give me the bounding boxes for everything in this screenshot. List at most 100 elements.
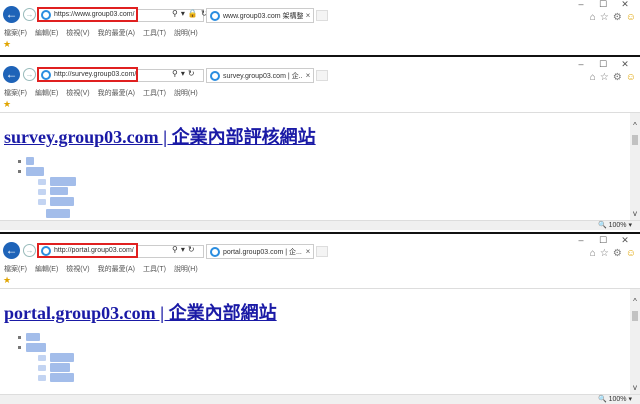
close-tab-icon[interactable]: × (303, 247, 313, 256)
minimize-button[interactable]: – (570, 59, 592, 69)
lock-icon[interactable]: 🔒 (188, 9, 198, 18)
menu-edit[interactable]: 編輯(E) (35, 90, 58, 97)
back-button[interactable]: ← (3, 6, 20, 23)
close-button[interactable]: ✕ (614, 235, 636, 246)
smiley-icon[interactable]: ☺ (626, 248, 636, 259)
scroll-down-icon[interactable]: v (630, 209, 640, 218)
home-icon[interactable]: ⌂ (590, 248, 596, 259)
menu-tools[interactable]: 工具(T) (143, 90, 166, 97)
forward-button[interactable]: → (23, 244, 36, 257)
star-icon[interactable]: ☆ (600, 72, 609, 83)
chevron-down-icon[interactable]: ▾ (181, 245, 185, 254)
menu-favorites[interactable]: 我的最愛(A) (98, 266, 135, 273)
close-button[interactable]: ✕ (614, 0, 636, 10)
chevron-down-icon[interactable]: ▾ (181, 9, 185, 18)
tab-title[interactable]: portal.group03.com | 企... (223, 247, 303, 257)
window-controls: – ☐ ✕ (570, 0, 636, 10)
forward-button[interactable]: → (23, 68, 36, 81)
redacted-item (26, 343, 46, 352)
menu-file[interactable]: 檔案(F) (4, 90, 27, 97)
menu-edit[interactable]: 編輯(E) (35, 266, 58, 273)
back-button[interactable]: ← (3, 66, 20, 83)
menu-tools[interactable]: 工具(T) (143, 30, 166, 37)
maximize-button[interactable]: ☐ (592, 0, 614, 10)
page-title-link[interactable]: survey.group03.com | 企業內部評核網站 (4, 123, 316, 149)
address-bar[interactable]: http://survey.group03.com/ (37, 67, 138, 82)
ie-icon (41, 69, 51, 80)
chevron-down-icon[interactable]: ▾ (628, 396, 632, 403)
menu-view[interactable]: 檢視(V) (66, 30, 89, 37)
new-tab-button[interactable] (316, 70, 328, 81)
page-title-link[interactable]: portal.group03.com | 企業內部網站 (4, 299, 277, 325)
zoom-control[interactable]: 🔍 100% ▾ (598, 221, 632, 229)
refresh-icon[interactable]: ↻ (188, 69, 195, 78)
menu-help[interactable]: 說明(H) (174, 266, 198, 273)
new-tab-button[interactable] (316, 10, 328, 21)
close-tab-icon[interactable]: × (303, 11, 313, 20)
close-button[interactable]: ✕ (614, 59, 636, 70)
gear-icon[interactable]: ⚙ (613, 248, 622, 259)
browser-tab[interactable]: www.group03.com 架構整... × (206, 8, 314, 23)
refresh-icon[interactable]: ↻ (188, 245, 195, 254)
address-url[interactable]: https://www.group03.com/ (54, 11, 135, 18)
tree-bullet (18, 346, 21, 349)
close-tab-icon[interactable]: × (303, 71, 313, 80)
address-bar[interactable]: https://www.group03.com/ (37, 7, 138, 22)
menu-favorites[interactable]: 我的最愛(A) (98, 30, 135, 37)
menu-favorites[interactable]: 我的最愛(A) (98, 90, 135, 97)
zoom-level[interactable]: 100% (609, 222, 627, 229)
menu-file[interactable]: 檔案(F) (4, 30, 27, 37)
back-button[interactable]: ← (3, 242, 20, 259)
favorites-bar: ★ (0, 275, 640, 285)
search-icon[interactable]: ⚲ (172, 9, 178, 18)
star-icon[interactable]: ☆ (600, 248, 609, 259)
forward-button[interactable]: → (23, 8, 36, 21)
menu-edit[interactable]: 編輯(E) (35, 30, 58, 37)
tab-title[interactable]: survey.group03.com | 企... (223, 71, 303, 81)
gear-icon[interactable]: ⚙ (613, 72, 622, 83)
scroll-up-icon[interactable]: ^ (630, 121, 640, 130)
menu-view[interactable]: 檢視(V) (66, 90, 89, 97)
address-url[interactable]: http://portal.group03.com/ (54, 247, 134, 254)
scroll-thumb[interactable] (632, 135, 638, 145)
maximize-button[interactable]: ☐ (592, 59, 614, 70)
window-separator (0, 232, 640, 234)
browser-tab[interactable]: portal.group03.com | 企... × (206, 244, 314, 259)
vertical-scrollbar[interactable]: ^ v (630, 113, 640, 220)
add-favorite-icon[interactable]: ★ (3, 99, 11, 109)
star-icon[interactable]: ☆ (600, 12, 609, 23)
add-favorite-icon[interactable]: ★ (3, 275, 11, 285)
tab-title[interactable]: www.group03.com 架構整... (223, 11, 303, 21)
redacted-item (50, 187, 68, 195)
menu-file[interactable]: 檔案(F) (4, 266, 27, 273)
minimize-button[interactable]: – (570, 0, 592, 9)
home-icon[interactable]: ⌂ (590, 72, 596, 83)
menu-view[interactable]: 檢視(V) (66, 266, 89, 273)
zoom-level[interactable]: 100% (609, 396, 627, 403)
minimize-button[interactable]: – (570, 235, 592, 245)
chevron-down-icon[interactable]: ▾ (628, 222, 632, 229)
browser-tab[interactable]: survey.group03.com | 企... × (206, 68, 314, 83)
redacted-item (38, 199, 46, 205)
menu-help[interactable]: 說明(H) (174, 90, 198, 97)
menu-tools[interactable]: 工具(T) (143, 266, 166, 273)
address-url[interactable]: http://survey.group03.com/ (54, 71, 136, 78)
maximize-button[interactable]: ☐ (592, 235, 614, 246)
zoom-control[interactable]: 🔍 100% ▾ (598, 395, 632, 403)
smiley-icon[interactable]: ☺ (626, 12, 636, 23)
gear-icon[interactable]: ⚙ (613, 12, 622, 23)
chevron-down-icon[interactable]: ▾ (181, 69, 185, 78)
scroll-up-icon[interactable]: ^ (630, 297, 640, 306)
new-tab-button[interactable] (316, 246, 328, 257)
scroll-thumb[interactable] (632, 311, 638, 321)
search-icon[interactable]: ⚲ (172, 69, 178, 78)
search-icon[interactable]: ⚲ (172, 245, 178, 254)
smiley-icon[interactable]: ☺ (626, 72, 636, 83)
add-favorite-icon[interactable]: ★ (3, 39, 11, 49)
address-bar[interactable]: http://portal.group03.com/ (37, 243, 138, 258)
menu-help[interactable]: 說明(H) (174, 30, 198, 37)
home-icon[interactable]: ⌂ (590, 12, 596, 23)
vertical-scrollbar[interactable]: ^ v (630, 289, 640, 394)
window-controls: – ☐ ✕ (570, 59, 636, 70)
scroll-down-icon[interactable]: v (630, 383, 640, 392)
